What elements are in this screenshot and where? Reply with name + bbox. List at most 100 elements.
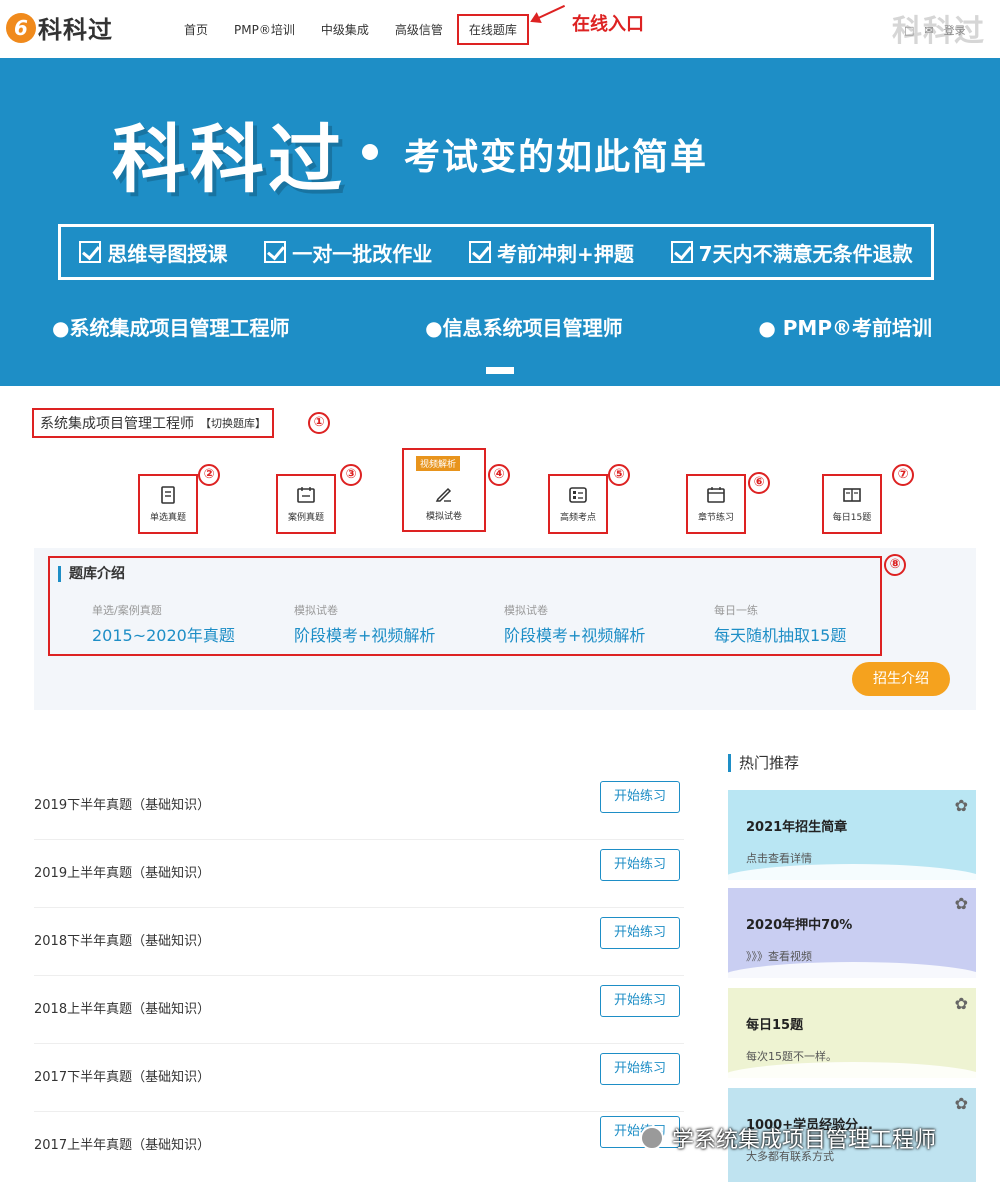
category-label: 高频考点 bbox=[559, 513, 596, 523]
feature-item: 思维导图授课 bbox=[79, 238, 227, 267]
intro-value: 每天随机抽取15题 bbox=[714, 626, 847, 645]
site-logo[interactable]: 6 科科过 bbox=[6, 10, 113, 45]
leaf-icon: ✿ bbox=[954, 1094, 968, 1113]
category-mock-exam[interactable]: 视频解析 模拟试卷 bbox=[402, 448, 486, 532]
banner-courses: ●系统集成项目管理工程师 ●信息系统项目管理师 ● PMP®考前培训 bbox=[52, 312, 932, 341]
category-chapter[interactable]: 章节练习 bbox=[686, 474, 746, 534]
category-single-choice[interactable]: 单选真题 bbox=[138, 474, 198, 534]
mail-icon[interactable]: ✉ bbox=[924, 24, 933, 37]
category-label: 每日15题 bbox=[832, 513, 872, 523]
category-daily[interactable]: 每日15题 bbox=[822, 474, 882, 534]
nav-pmp[interactable]: PMP®培训 bbox=[222, 14, 307, 45]
switch-bank-link[interactable]: 【切换题库】 bbox=[200, 415, 266, 431]
marker-6: ⑥ bbox=[748, 472, 770, 494]
intro-caption: 每日一练 bbox=[714, 604, 758, 617]
feature-item: 一对一批改作业 bbox=[264, 238, 432, 267]
course-item: ●信息系统项目管理师 bbox=[425, 316, 623, 340]
nav-annotation: 在线入口 bbox=[572, 14, 644, 35]
hot-recommend-title: 热门推荐 bbox=[728, 754, 799, 772]
checklist-icon bbox=[569, 487, 587, 503]
logo-mark-icon: 6 bbox=[6, 12, 36, 43]
exam-row: 2018上半年真题（基础知识） 开始练习 bbox=[34, 976, 684, 1044]
card-title: 2020年押中70% bbox=[746, 918, 853, 933]
hero-banner[interactable]: 科科过 考试变的如此简单 思维导图授课 一对一批改作业 考前冲刺+押题 7天内不… bbox=[0, 58, 1000, 386]
start-practice-button[interactable]: 开始练习 bbox=[600, 985, 680, 1017]
feature-label: 考前冲刺+押题 bbox=[497, 241, 634, 266]
wechat-icon bbox=[640, 1126, 664, 1150]
marker-8: ⑧ bbox=[884, 554, 906, 576]
leaf-icon: ✿ bbox=[954, 994, 968, 1013]
exam-row: 2017上半年真题（基础知识） 开始练习 bbox=[34, 1112, 684, 1180]
intro-caption: 模拟试卷 bbox=[504, 604, 548, 617]
feature-item: 考前冲刺+押题 bbox=[469, 238, 634, 267]
exam-row: 2018下半年真题（基础知识） 开始练习 bbox=[34, 908, 684, 976]
exam-name: 2017下半年真题（基础知识） bbox=[34, 1070, 211, 1085]
exam-name: 2019上半年真题（基础知识） bbox=[34, 866, 211, 881]
feature-item: 7天内不满意无条件退款 bbox=[670, 238, 913, 267]
leaf-icon: ✿ bbox=[954, 796, 968, 815]
open-book-icon bbox=[843, 488, 861, 502]
category-case[interactable]: 案例真题 bbox=[276, 474, 336, 534]
intro-title: 题库介绍 bbox=[58, 566, 125, 582]
start-practice-button[interactable]: 开始练习 bbox=[600, 1053, 680, 1085]
start-practice-button[interactable]: 开始练习 bbox=[600, 917, 680, 949]
course-item: ● PMP®考前培训 bbox=[758, 316, 932, 340]
calendar-icon bbox=[707, 487, 725, 503]
marker-7: ⑦ bbox=[892, 464, 914, 486]
category-label: 模拟试卷 bbox=[425, 512, 462, 522]
intro-caption: 模拟试卷 bbox=[294, 604, 338, 617]
card-subtitle: 点击查看详情 bbox=[746, 852, 812, 865]
exam-name: 2017上半年真题（基础知识） bbox=[34, 1138, 211, 1153]
category-label: 章节练习 bbox=[697, 513, 734, 523]
phone-icon[interactable]: □ bbox=[904, 24, 914, 37]
nav-advanced[interactable]: 高级信管 bbox=[383, 14, 455, 45]
top-header: 6 科科过 首页 PMP®培训 中级集成 高级信管 在线题库 在线入口 科科过 … bbox=[0, 0, 1000, 58]
leaf-icon: ✿ bbox=[954, 894, 968, 913]
card-subtitle: 每次15题不一样。 bbox=[746, 1050, 837, 1063]
marker-5: ⑤ bbox=[608, 464, 630, 486]
marker-3: ③ bbox=[340, 464, 362, 486]
promo-card[interactable]: ✿ 每日15题 每次15题不一样。 bbox=[728, 988, 976, 1078]
promo-card[interactable]: ✿ 2020年押中70% 》》》查看视频 bbox=[728, 888, 976, 978]
main-nav: 首页 PMP®培训 中级集成 高级信管 在线题库 bbox=[172, 14, 531, 45]
course-item: ●系统集成项目管理工程师 bbox=[52, 316, 290, 340]
intro-value: 阶段模考+视频解析 bbox=[504, 626, 646, 645]
wechat-watermark: 学系统集成项目管理工程师 bbox=[640, 1122, 936, 1154]
card-title: 2021年招生简章 bbox=[746, 820, 848, 835]
pencil-icon bbox=[435, 487, 452, 502]
start-practice-button[interactable]: 开始练习 bbox=[600, 781, 680, 813]
feature-label: 思维导图授课 bbox=[107, 241, 228, 266]
category-label: 案例真题 bbox=[287, 513, 324, 523]
checkbox-icon bbox=[670, 241, 693, 263]
intro-column: 模拟试卷 阶段模考+视频解析 bbox=[504, 602, 645, 646]
annotation-arrow-icon bbox=[531, 4, 566, 22]
exam-name: 2019下半年真题（基础知识） bbox=[34, 798, 211, 813]
banner-features: 思维导图授课 一对一批改作业 考前冲刺+押题 7天内不满意无条件退款 bbox=[58, 224, 934, 280]
enroll-intro-button[interactable]: 招生介绍 bbox=[852, 662, 950, 696]
card-title: 每日15题 bbox=[746, 1018, 804, 1033]
intro-column: 每日一练 每天随机抽取15题 bbox=[714, 602, 846, 646]
exam-name: 2018上半年真题（基础知识） bbox=[34, 1002, 211, 1017]
question-bank-title: 系统集成项目管理工程师 【切换题库】 bbox=[32, 408, 274, 438]
checkbox-icon bbox=[79, 241, 102, 263]
checkbox-icon bbox=[469, 241, 492, 263]
document-icon bbox=[161, 486, 175, 504]
category-hot-points[interactable]: 高频考点 bbox=[548, 474, 608, 534]
exam-row: 2019上半年真题（基础知识） 开始练习 bbox=[34, 840, 684, 908]
nav-intermediate[interactable]: 中级集成 bbox=[309, 14, 381, 45]
nav-online-bank[interactable]: 在线题库 bbox=[456, 14, 529, 45]
banner-brand: 科科过 bbox=[112, 117, 346, 203]
calendar-grid-icon bbox=[297, 487, 315, 503]
login-link[interactable]: 登录 bbox=[944, 22, 966, 38]
nav-home[interactable]: 首页 bbox=[172, 14, 220, 45]
video-tag: 视频解析 bbox=[416, 456, 461, 471]
intro-column: 单选/案例真题 2015~2020年真题 bbox=[92, 602, 235, 646]
slide-indicator[interactable] bbox=[486, 367, 514, 374]
exam-row: 2019下半年真题（基础知识） 开始练习 bbox=[34, 772, 684, 840]
feature-label: 7天内不满意无条件退款 bbox=[698, 241, 913, 266]
promo-card[interactable]: ✿ 2021年招生简章 点击查看详情 bbox=[728, 790, 976, 880]
bank-name: 系统集成项目管理工程师 bbox=[40, 416, 194, 432]
start-practice-button[interactable]: 开始练习 bbox=[600, 849, 680, 881]
exam-name: 2018下半年真题（基础知识） bbox=[34, 934, 211, 949]
marker-1: ① bbox=[308, 412, 330, 434]
